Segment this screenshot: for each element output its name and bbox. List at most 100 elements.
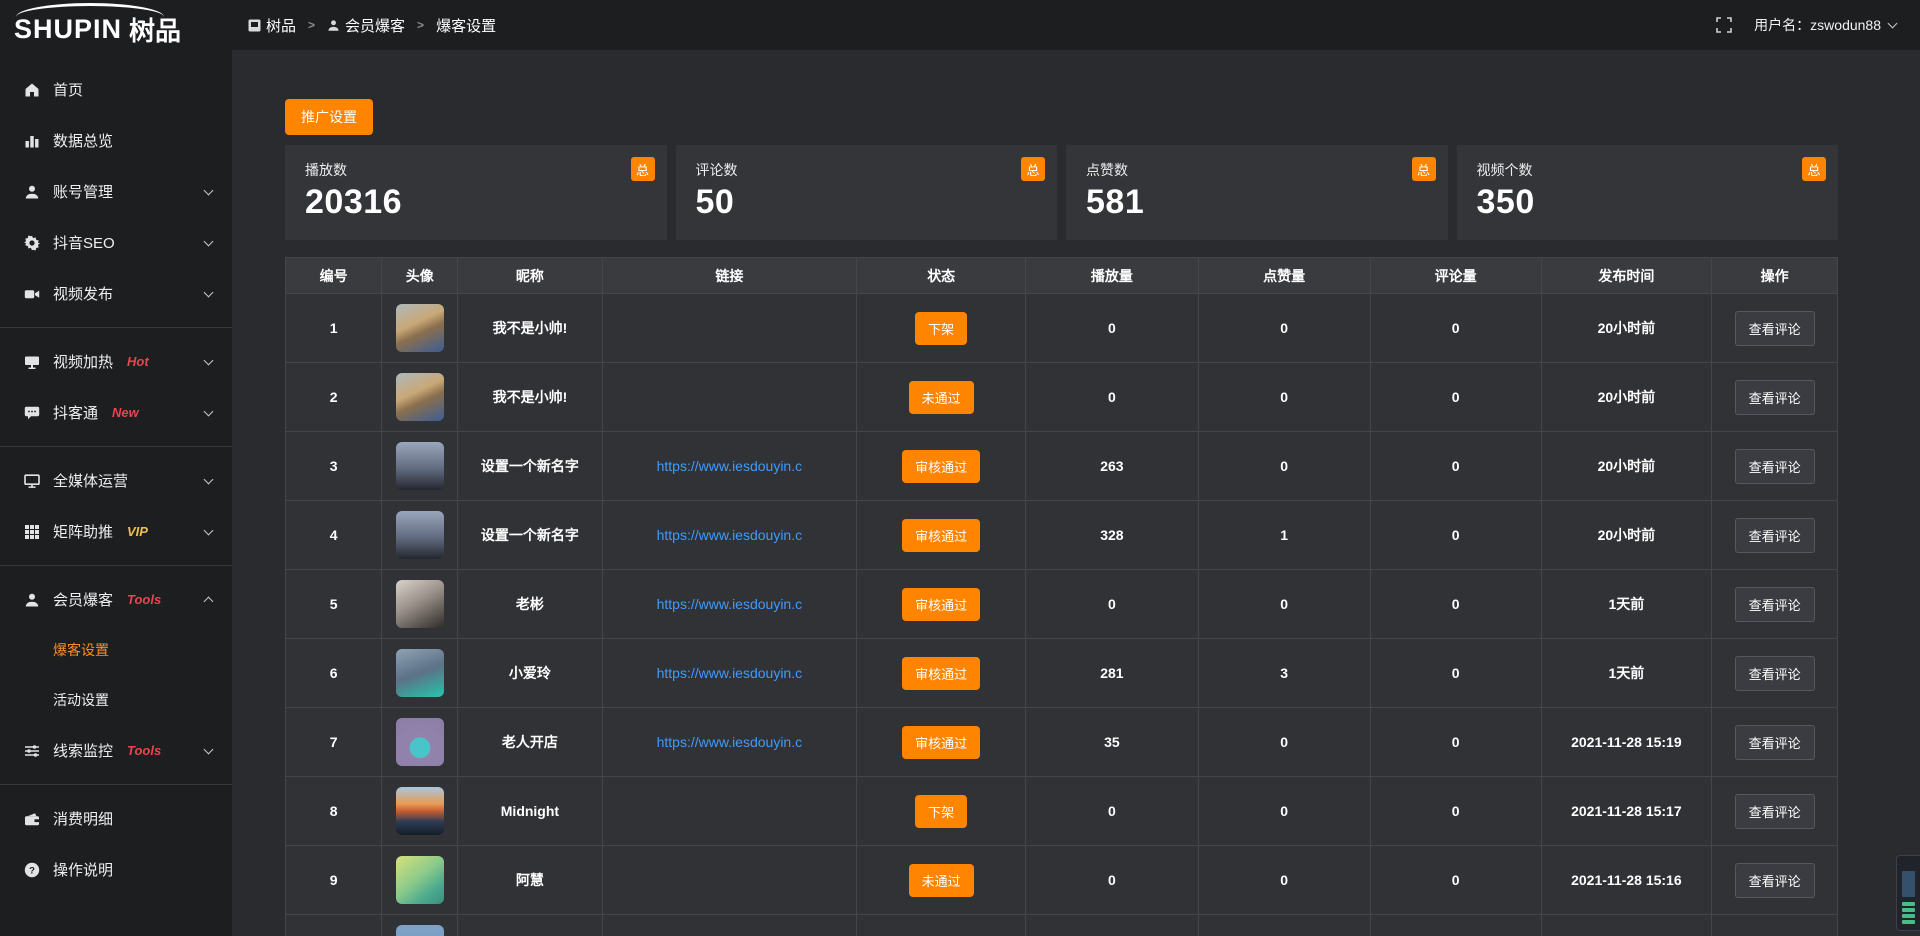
sidebar-item-member-baoke[interactable]: 会员爆客 Tools	[0, 574, 232, 625]
plays-cell: 35	[1026, 708, 1198, 777]
avatar-cell	[382, 846, 458, 915]
menu-divider	[0, 784, 232, 785]
nickname-cell: 老彬	[458, 570, 602, 639]
total-badge: 总	[1802, 157, 1826, 181]
user-menu[interactable]: 用户名：zswodun88	[1754, 15, 1896, 35]
view-comments-button[interactable]: 查看评论	[1735, 587, 1815, 622]
menu-divider	[0, 565, 232, 566]
nickname-cell: 我不是小帅!	[458, 294, 602, 363]
status-badge[interactable]: 未通过	[909, 864, 974, 897]
nickname-cell: 我不是小帅!	[458, 363, 602, 432]
avatar	[396, 718, 444, 766]
view-comments-button[interactable]: 查看评论	[1735, 311, 1815, 346]
publish-time-cell: 20小时前	[1541, 294, 1712, 363]
cell	[602, 915, 857, 936]
view-comments-button[interactable]: 查看评论	[1735, 449, 1815, 484]
promotion-settings-button[interactable]: 推广设置	[285, 99, 373, 135]
stat-card-label: 播放数	[305, 160, 667, 180]
total-badge: 总	[631, 157, 655, 181]
view-comments-button[interactable]: 查看评论	[1735, 794, 1815, 829]
publish-time-cell: 2021-11-28 15:17	[1541, 777, 1712, 846]
column-header: 状态	[857, 258, 1026, 294]
sidebar-item-video-heat[interactable]: 视频加热 Hot	[0, 336, 232, 387]
status-badge[interactable]: 审核通过	[902, 519, 980, 552]
sidebar-item-matrix-boost[interactable]: 矩阵助推 VIP	[0, 506, 232, 557]
monitor-heat-icon	[24, 354, 40, 370]
video-link[interactable]: https://www.iesdouyin.c	[657, 527, 803, 543]
question-circle-icon: ?	[24, 862, 40, 878]
sidebar-subitem-baoke-settings[interactable]: 爆客设置	[0, 625, 232, 675]
view-comments-button[interactable]: 查看评论	[1735, 656, 1815, 691]
view-comments-button[interactable]: 查看评论	[1735, 725, 1815, 760]
status-badge[interactable]: 审核通过	[902, 450, 980, 483]
sidebar-item-account-mgmt[interactable]: 账号管理	[0, 166, 232, 217]
status-badge[interactable]: 下架	[915, 795, 967, 828]
avatar-cell	[382, 363, 458, 432]
sidebar-item-douyin-seo[interactable]: 抖音SEO	[0, 217, 232, 268]
status-badge[interactable]: 审核通过	[902, 588, 980, 621]
new-tag: New	[112, 405, 139, 420]
sidebar-item-douketong[interactable]: 抖客通 New	[0, 387, 232, 438]
view-comments-button[interactable]: 查看评论	[1735, 380, 1815, 415]
wallet-icon	[24, 811, 40, 827]
videos-table-wrap: 编号头像昵称链接状态播放量点赞量评论量发布时间操作 1我不是小帅!下架00020…	[285, 257, 1838, 936]
sidebar-item-home[interactable]: 首页	[0, 64, 232, 115]
fullscreen-icon[interactable]	[1716, 17, 1732, 33]
status-cell: 审核通过	[857, 570, 1026, 639]
link-cell: https://www.iesdouyin.c	[602, 501, 857, 570]
sidebar-item-all-media[interactable]: 全媒体运营	[0, 455, 232, 506]
avatar	[396, 649, 444, 697]
sidebar-item-data-overview[interactable]: 数据总览	[0, 115, 232, 166]
video-link[interactable]: https://www.iesdouyin.c	[657, 458, 803, 474]
video-link[interactable]: https://www.iesdouyin.c	[657, 665, 803, 681]
chevron-up-icon	[204, 597, 214, 607]
nickname-cell: 设置一个新名字	[458, 432, 602, 501]
avatar	[396, 373, 444, 421]
video-link[interactable]: https://www.iesdouyin.c	[657, 734, 803, 750]
cell	[458, 915, 602, 936]
sidebar-item-help[interactable]: ? 操作说明	[0, 844, 232, 895]
breadcrumb-section[interactable]: 会员爆客	[345, 15, 405, 36]
app-logo[interactable]: SHUPIN 树品	[0, 0, 232, 50]
row-index-cell: 5	[286, 570, 382, 639]
status-badge[interactable]: 审核通过	[902, 657, 980, 690]
comments-cell: 0	[1370, 570, 1541, 639]
cell	[1198, 915, 1370, 936]
avatar-cell	[382, 294, 458, 363]
action-cell: 查看评论	[1712, 363, 1838, 432]
comments-cell: 0	[1370, 777, 1541, 846]
stat-card-label: 点赞数	[1086, 160, 1448, 180]
link-cell	[602, 777, 857, 846]
breadcrumb: 树品 > 会员爆客 > 爆客设置	[248, 15, 496, 36]
status-badge[interactable]: 未通过	[909, 381, 974, 414]
comments-cell: 0	[1370, 846, 1541, 915]
video-link[interactable]: https://www.iesdouyin.c	[657, 596, 803, 612]
widget-bar	[1902, 914, 1915, 918]
desktop-icon	[24, 473, 40, 489]
likes-cell: 0	[1198, 570, 1370, 639]
sidebar-item-consumption-detail[interactable]: 消费明细	[0, 793, 232, 844]
sidebar-item-video-publish[interactable]: 视频发布	[0, 268, 232, 319]
status-badge[interactable]: 下架	[915, 312, 967, 345]
likes-cell: 3	[1198, 639, 1370, 708]
view-comments-button[interactable]: 查看评论	[1735, 863, 1815, 898]
chevron-down-icon	[204, 355, 214, 365]
status-badge[interactable]: 审核通过	[902, 726, 980, 759]
floating-widget[interactable]	[1896, 855, 1920, 931]
status-cell: 审核通过	[857, 708, 1026, 777]
link-cell: https://www.iesdouyin.c	[602, 432, 857, 501]
view-comments-button[interactable]: 查看评论	[1735, 518, 1815, 553]
vip-tag: VIP	[127, 524, 148, 539]
home-icon	[24, 82, 40, 98]
plays-cell: 263	[1026, 432, 1198, 501]
row-index-cell: 4	[286, 501, 382, 570]
action-cell: 查看评论	[1712, 294, 1838, 363]
avatar	[396, 925, 444, 936]
row-index-cell: 1	[286, 294, 382, 363]
likes-cell: 0	[1198, 432, 1370, 501]
sidebar-subitem-activity-settings[interactable]: 活动设置	[0, 675, 232, 725]
avatar-cell	[382, 501, 458, 570]
breadcrumb-home[interactable]: 树品	[266, 15, 296, 36]
nickname-cell: Midnight	[458, 777, 602, 846]
sidebar-item-clue-monitor[interactable]: 线索监控 Tools	[0, 725, 232, 776]
